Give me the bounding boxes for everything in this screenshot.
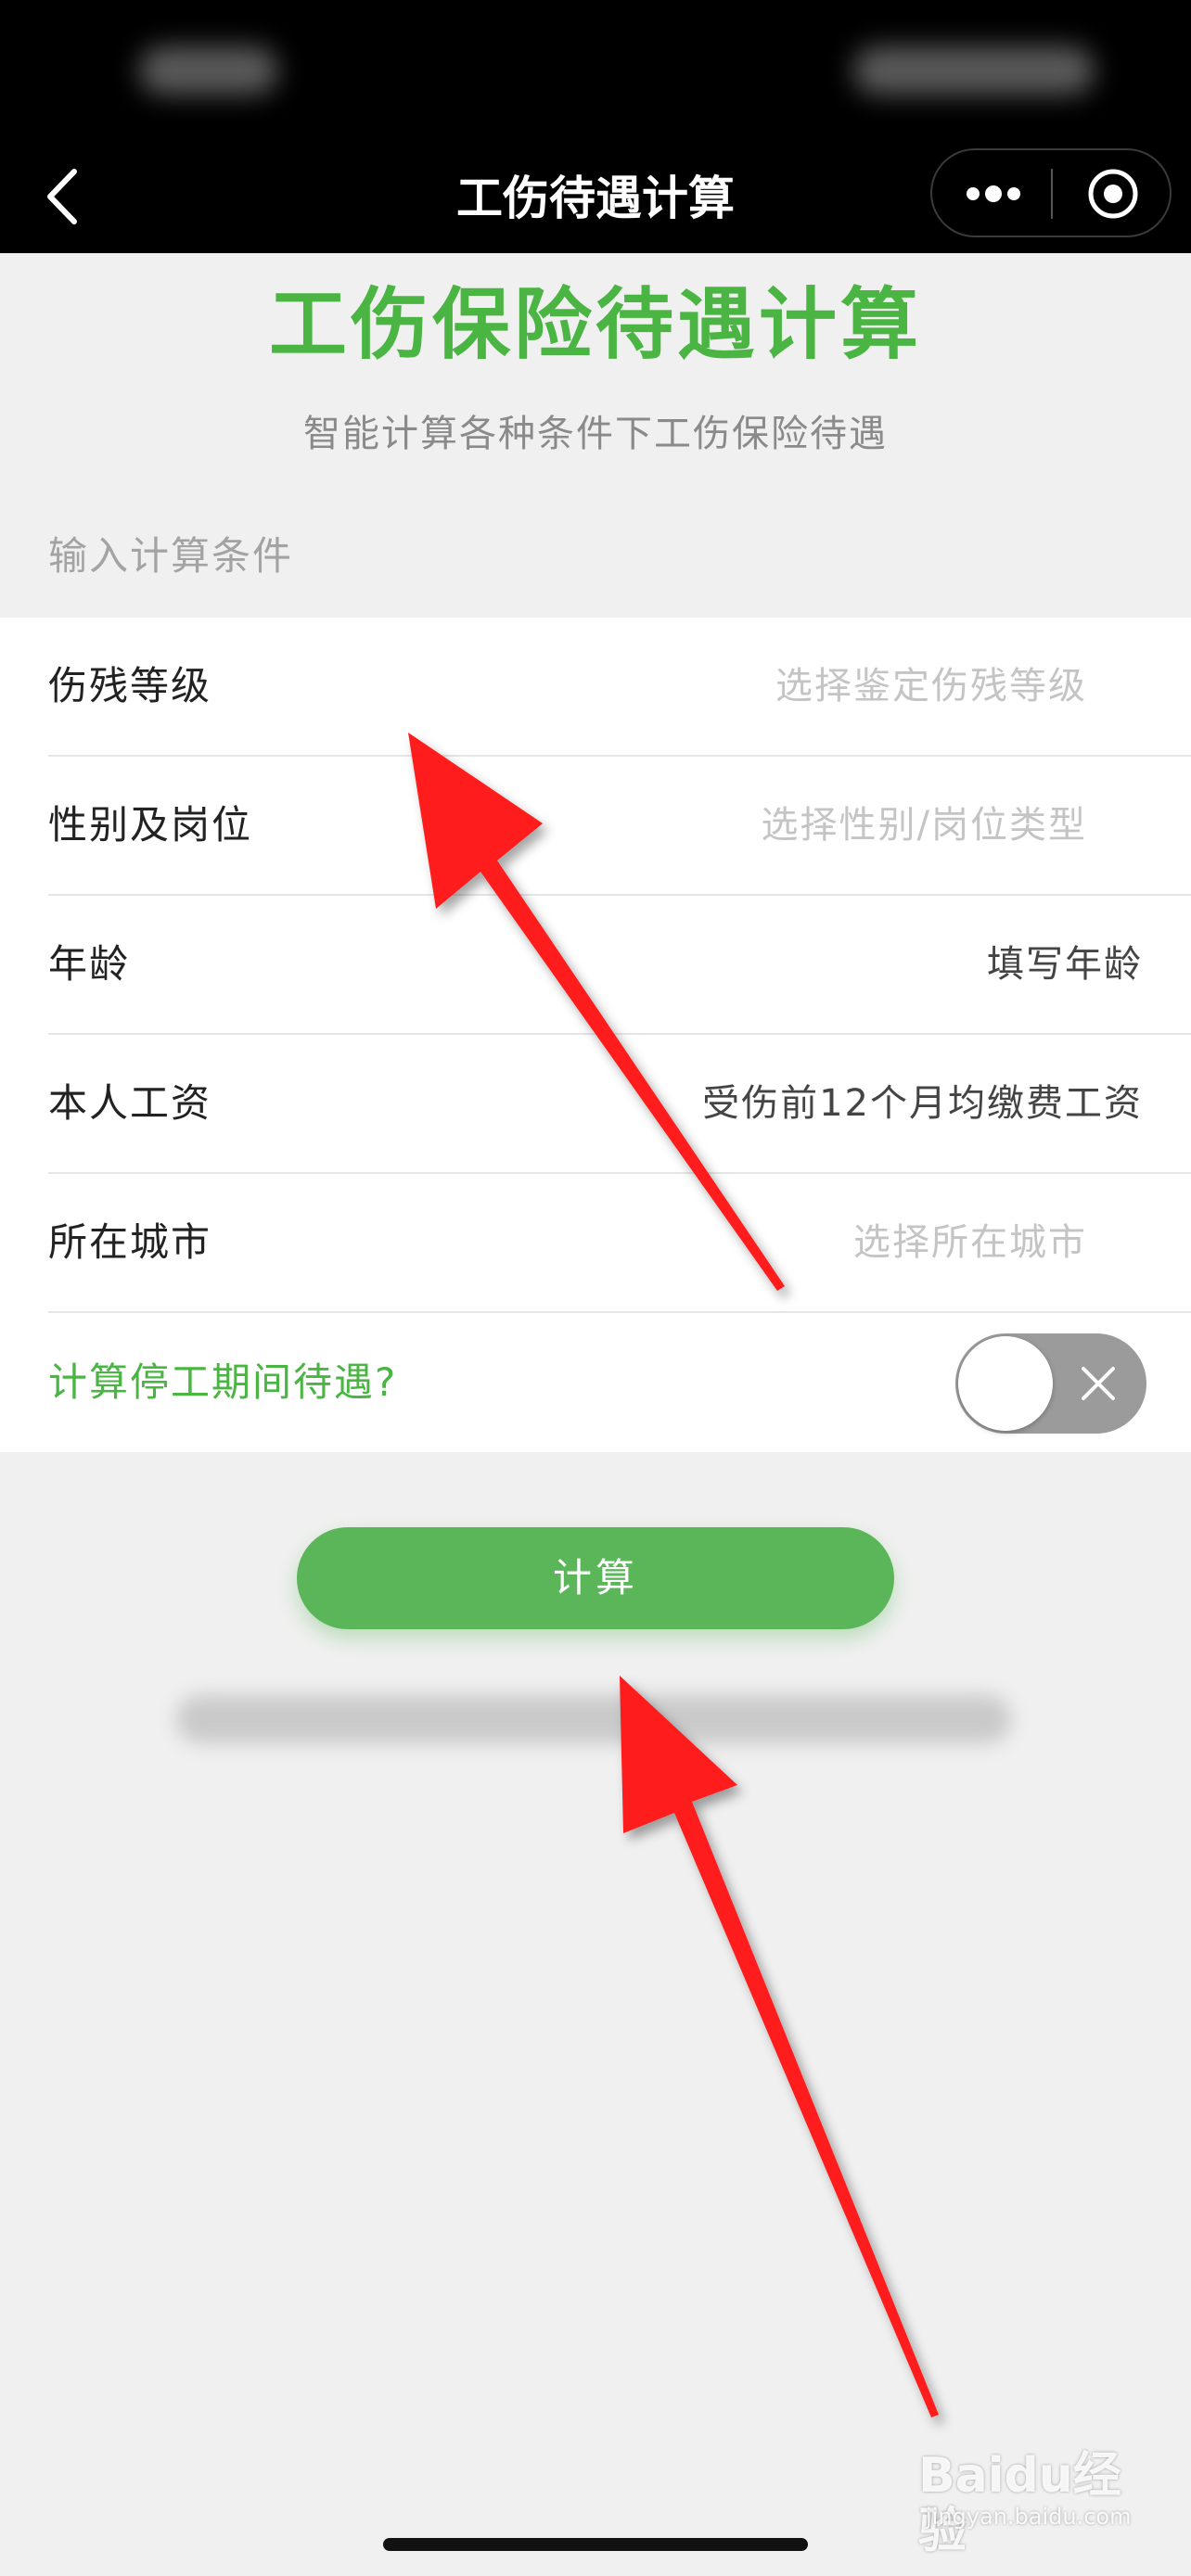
annotation-arrow-up-left-icon <box>408 733 785 1291</box>
home-indicator[interactable] <box>383 2538 808 2551</box>
annotation-arrows <box>408 733 939 2417</box>
watermark-url: jingyan.baidu.com <box>926 2504 1132 2530</box>
baidu-watermark: Baidu经验 jingyan.baidu.com <box>909 2439 1150 2559</box>
annotation-arrow-up-icon <box>620 1676 939 2417</box>
